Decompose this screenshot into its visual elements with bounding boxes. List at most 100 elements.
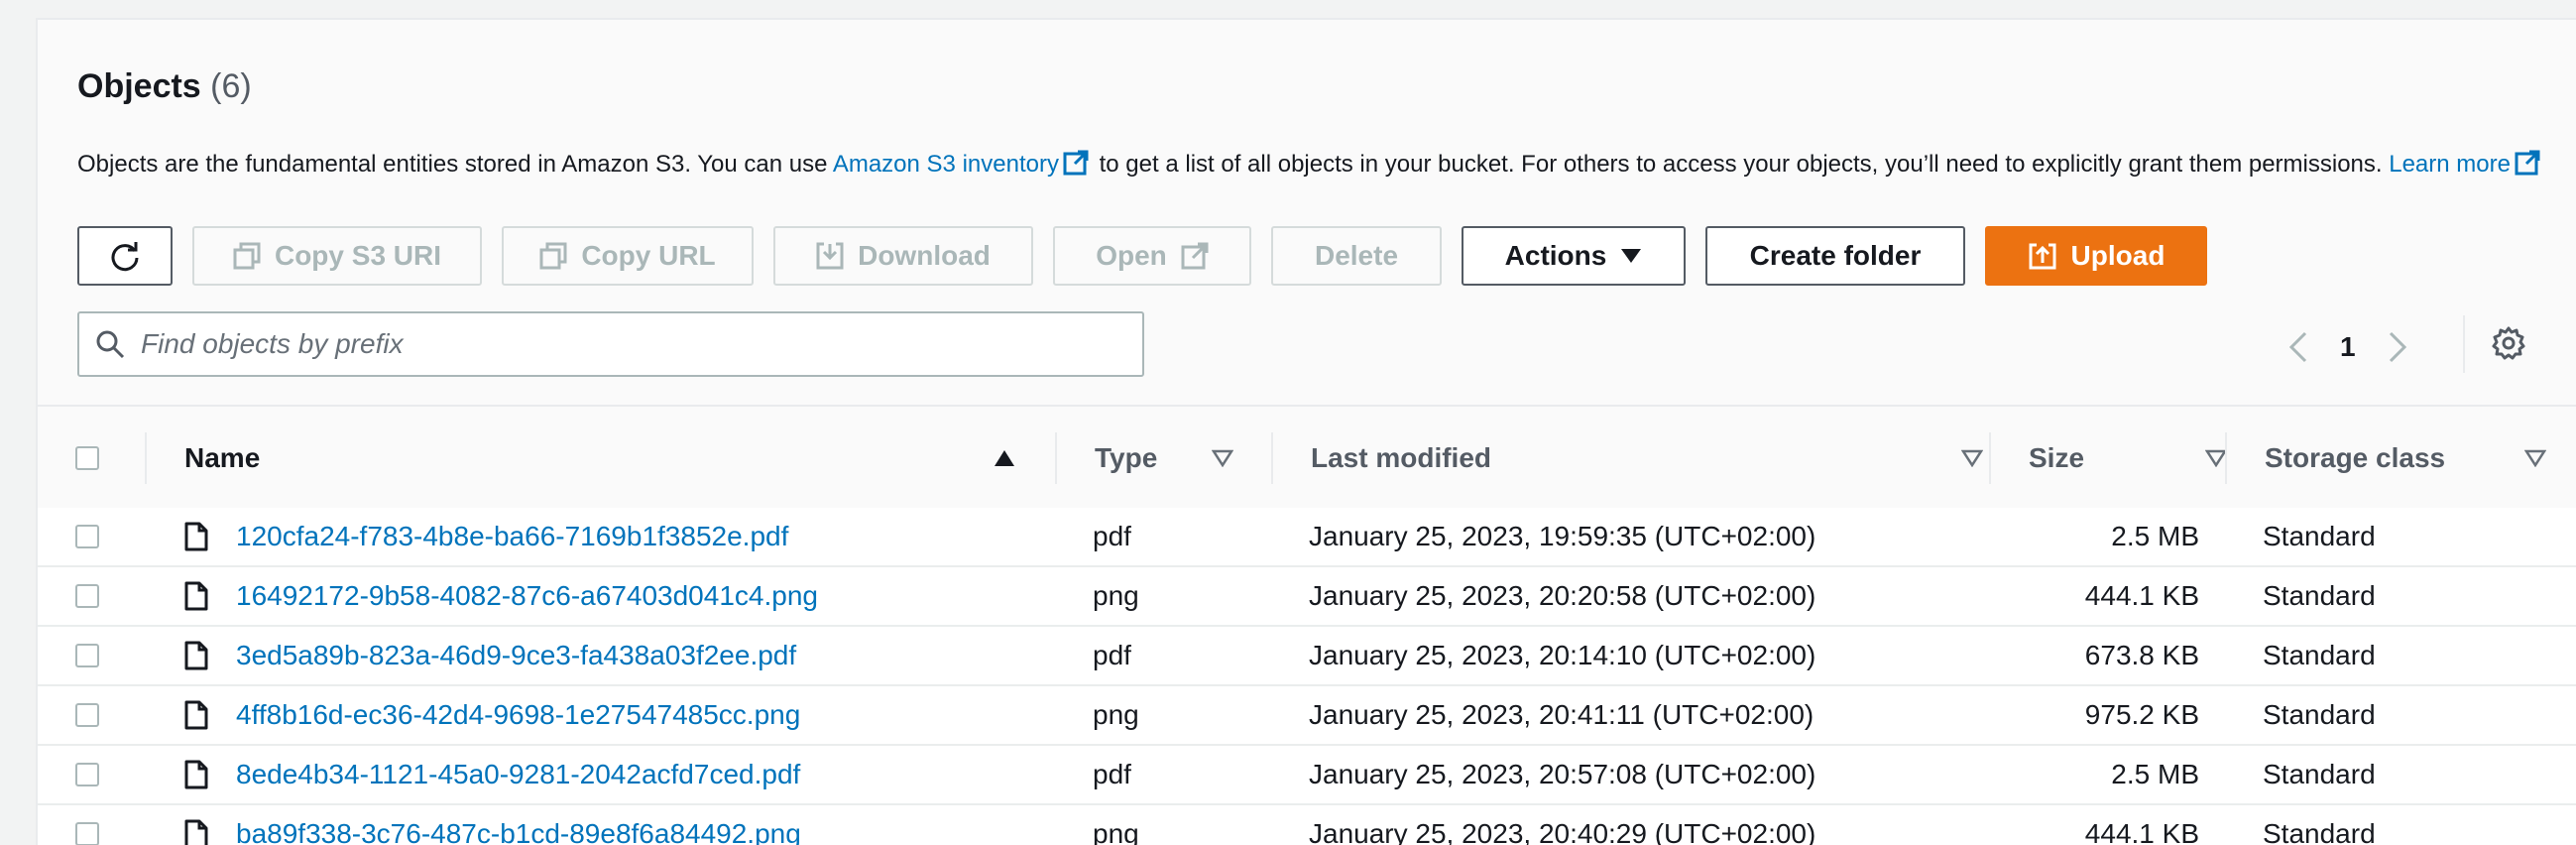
upload-icon — [2029, 243, 2056, 270]
open-button[interactable]: Open — [1053, 226, 1251, 286]
create-folder-button[interactable]: Create folder — [1705, 226, 1965, 286]
object-last-modified: January 25, 2023, 20:57:08 (UTC+02:00) — [1309, 759, 1816, 789]
copy-s3-uri-button[interactable]: Copy S3 URI — [192, 226, 482, 286]
column-divider — [1271, 432, 1273, 484]
column-header-type[interactable]: Type — [1095, 407, 1273, 510]
download-button[interactable]: Download — [773, 226, 1033, 286]
file-icon — [184, 581, 208, 611]
row-checkbox[interactable] — [75, 525, 99, 548]
object-name-cell: ba89f338-3c76-487c-b1cd-89e8f6a84492.png — [236, 805, 801, 845]
object-last-modified: January 25, 2023, 20:41:11 (UTC+02:00) — [1309, 699, 1815, 730]
object-last-modified: January 25, 2023, 20:14:10 (UTC+02:00) — [1309, 640, 1816, 670]
file-icon-cell — [184, 508, 208, 565]
search-box — [77, 311, 1144, 377]
object-type: png — [1093, 699, 1139, 730]
object-name-cell: 8ede4b34-1121-45a0-9281-2042acfd7ced.pdf — [236, 746, 800, 803]
page-number[interactable]: 1 — [2340, 331, 2356, 363]
file-icon — [184, 760, 208, 789]
row-select-cell — [75, 805, 99, 845]
s3-inventory-link[interactable]: Amazon S3 inventory — [833, 151, 1059, 178]
table-row[interactable]: 16492172-9b58-4082-87c6-a67403d041c4.png… — [38, 567, 2576, 627]
file-icon — [184, 819, 208, 845]
caret-down-icon — [1621, 249, 1642, 263]
row-checkbox[interactable] — [75, 763, 99, 786]
object-size: 673.8 KB — [2084, 640, 2199, 670]
object-storage-class: Standard — [2263, 640, 2376, 670]
column-header-storage-class[interactable]: Storage class — [2265, 407, 2562, 510]
description-text-before: Objects are the fundamental entities sto… — [77, 151, 828, 178]
file-icon — [184, 700, 208, 730]
column-type-label: Type — [1095, 442, 1158, 473]
row-select-cell — [75, 686, 99, 744]
download-icon — [816, 242, 844, 270]
row-checkbox[interactable] — [75, 644, 99, 667]
column-header-size[interactable]: Size — [2029, 407, 2237, 510]
column-header-last-modified[interactable]: Last modified — [1311, 407, 1985, 510]
object-last-modified: January 25, 2023, 20:40:29 (UTC+02:00) — [1309, 818, 1816, 845]
pagination: 1 — [2288, 317, 2407, 377]
copy-url-button[interactable]: Copy URL — [502, 226, 754, 286]
object-count: (6) — [210, 67, 252, 105]
object-storage-class: Standard — [2263, 818, 2376, 845]
column-divider — [1989, 432, 1991, 484]
actions-label: Actions — [1504, 240, 1607, 271]
table-row[interactable]: 8ede4b34-1121-45a0-9281-2042acfd7ced.pdf… — [38, 746, 2576, 805]
object-name-link[interactable]: 8ede4b34-1121-45a0-9281-2042acfd7ced.pdf — [236, 759, 800, 790]
table-row[interactable]: ba89f338-3c76-487c-b1cd-89e8f6a84492.png… — [38, 805, 2576, 845]
object-storage-class: Standard — [2263, 699, 2376, 730]
learn-more-word-1: Learn — [2389, 151, 2450, 178]
row-checkbox[interactable] — [75, 703, 99, 727]
row-select-cell — [75, 508, 99, 565]
file-icon-cell — [184, 805, 208, 845]
object-size: 975.2 KB — [2084, 699, 2199, 730]
object-last-modified: January 25, 2023, 20:20:58 (UTC+02:00) — [1309, 580, 1816, 611]
search-input[interactable] — [139, 327, 1095, 361]
object-name-link[interactable]: 3ed5a89b-823a-46d9-9ce3-fa438a03f2ee.pdf — [236, 640, 796, 671]
object-name-cell: 4ff8b16d-ec36-42d4-9698-1e27547485cc.png — [236, 686, 800, 744]
object-last-modified: January 25, 2023, 19:59:35 (UTC+02:00) — [1309, 521, 1816, 551]
object-name-cell: 3ed5a89b-823a-46d9-9ce3-fa438a03f2ee.pdf — [236, 627, 796, 684]
column-divider — [2225, 432, 2227, 484]
copy-url-label: Copy URL — [581, 240, 716, 271]
file-icon-cell — [184, 627, 208, 684]
table-header: Name Type Last modified Size Storage cla… — [38, 405, 2576, 510]
row-checkbox[interactable] — [75, 822, 99, 845]
column-name-label: Name — [184, 442, 261, 473]
object-storage-class: Standard — [2263, 521, 2376, 551]
chevron-right-icon[interactable] — [2388, 331, 2407, 363]
object-size: 444.1 KB — [2084, 818, 2199, 845]
row-checkbox[interactable] — [75, 584, 99, 608]
description-text-after: to get a list of all objects in your buc… — [1099, 151, 2383, 178]
copy-icon — [233, 242, 261, 270]
select-all-checkbox[interactable] — [75, 446, 99, 470]
file-icon-cell — [184, 567, 208, 625]
copy-icon — [539, 242, 567, 270]
description: Objects are the fundamental entities sto… — [77, 145, 2556, 184]
settings-gear-icon[interactable] — [2491, 325, 2526, 361]
column-size-label: Size — [2029, 442, 2085, 473]
object-name-link[interactable]: ba89f338-3c76-487c-b1cd-89e8f6a84492.png — [236, 818, 801, 845]
column-last-modified-label: Last modified — [1311, 442, 1492, 473]
table-row[interactable]: 3ed5a89b-823a-46d9-9ce3-fa438a03f2ee.pdf… — [38, 627, 2576, 686]
object-name-link[interactable]: 120cfa24-f783-4b8e-ba66-7169b1f3852e.pdf — [236, 521, 788, 552]
external-link-icon — [1181, 242, 1209, 270]
object-type: png — [1093, 818, 1139, 845]
actions-dropdown[interactable]: Actions — [1462, 226, 1686, 286]
object-name-link[interactable]: 16492172-9b58-4082-87c6-a67403d041c4.png — [236, 580, 818, 612]
file-icon — [184, 641, 208, 670]
learn-more-link[interactable]: Learn more — [2389, 151, 2511, 178]
table-row[interactable]: 4ff8b16d-ec36-42d4-9698-1e27547485cc.png… — [38, 686, 2576, 746]
delete-button[interactable]: Delete — [1271, 226, 1442, 286]
table-row[interactable]: 120cfa24-f783-4b8e-ba66-7169b1f3852e.pdf… — [38, 508, 2576, 567]
create-folder-label: Create folder — [1749, 240, 1922, 271]
select-all-cell — [75, 407, 99, 510]
column-storage-class-label: Storage class — [2265, 442, 2446, 473]
column-header-name[interactable]: Name — [184, 407, 1017, 510]
upload-button[interactable]: Upload — [1985, 226, 2207, 286]
object-name-cell: 16492172-9b58-4082-87c6-a67403d041c4.png — [236, 567, 818, 625]
delete-label: Delete — [1314, 240, 1399, 271]
chevron-left-icon[interactable] — [2288, 331, 2308, 363]
refresh-button[interactable] — [77, 226, 173, 286]
object-name-link[interactable]: 4ff8b16d-ec36-42d4-9698-1e27547485cc.png — [236, 699, 800, 731]
column-divider — [1055, 432, 1057, 484]
